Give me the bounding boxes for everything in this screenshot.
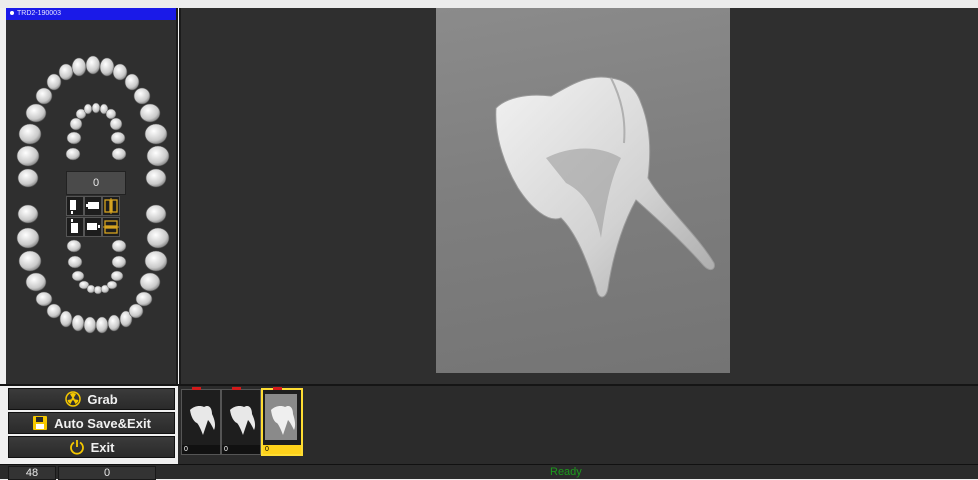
thumbnail-number: 0 xyxy=(222,445,260,454)
rotate-vertical-alt-button[interactable] xyxy=(66,217,84,237)
status-message: Ready xyxy=(550,466,582,478)
thumbnail-2[interactable]: 0 xyxy=(221,387,261,455)
thumbnail-number: 0 xyxy=(182,445,220,454)
grab-button[interactable]: Grab xyxy=(8,388,175,410)
tooth-thumbnail-image xyxy=(265,394,297,440)
grab-label: Grab xyxy=(87,391,118,407)
thumbnail-tag xyxy=(192,387,201,390)
rotate-vertical-button[interactable] xyxy=(66,196,84,216)
tooth-xray-image xyxy=(495,76,715,298)
top-strip xyxy=(0,0,978,8)
flip-horizontal-icon xyxy=(103,220,119,234)
tooth-chart-panel: TRD2-190003 0 xyxy=(6,8,178,384)
thumbnail-3-selected[interactable]: 0 xyxy=(261,387,303,456)
rotate-vertical-alt-icon xyxy=(71,219,78,233)
thumbnail-tag xyxy=(273,387,282,390)
flip-vertical-icon xyxy=(104,198,118,214)
exit-label: Exit xyxy=(90,439,115,455)
flip-vertical-button[interactable] xyxy=(102,196,120,216)
rotate-horizontal-icon xyxy=(86,202,99,209)
tooth-thumbnail-image xyxy=(230,405,256,435)
flip-horizontal-button[interactable] xyxy=(102,217,120,237)
tooth-thumbnail-image xyxy=(190,405,216,435)
auto-save-exit-button[interactable]: Auto Save&Exit xyxy=(8,412,175,434)
status-bar: 48 0 Ready xyxy=(0,464,978,480)
auto-save-exit-label: Auto Save&Exit xyxy=(54,415,151,431)
thumbnail-1[interactable]: 0 xyxy=(181,387,221,455)
thumbnail-tag xyxy=(232,387,241,390)
rotate-horizontal-button[interactable] xyxy=(84,196,102,216)
rotate-vertical-icon xyxy=(70,200,76,214)
power-icon xyxy=(69,440,84,455)
floppy-disk-icon xyxy=(33,416,48,430)
xray-image[interactable] xyxy=(436,8,730,373)
radiation-icon xyxy=(65,391,82,407)
exit-button[interactable]: Exit xyxy=(8,436,175,458)
thumbnail-strip: 0 0 0 xyxy=(178,386,978,464)
thumbnail-number: 0 xyxy=(263,445,301,454)
rotate-horizontal-alt-button[interactable] xyxy=(84,217,102,237)
rotate-horizontal-alt-icon xyxy=(87,223,100,230)
selected-count-display: 0 xyxy=(66,171,126,195)
